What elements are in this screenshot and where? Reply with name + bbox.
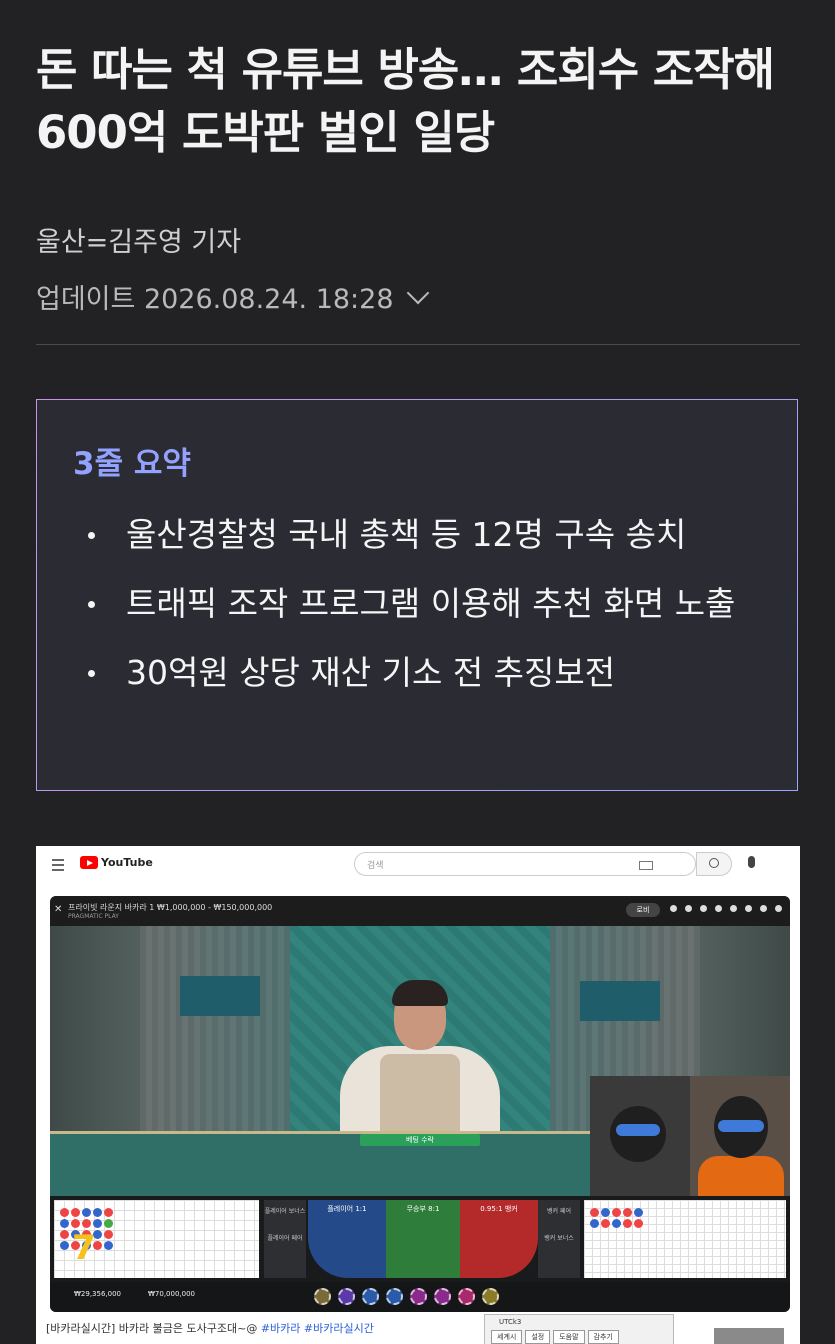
video-caption: [바카라실시간] 바카라 불금은 도사구조대~@ #바카라 #바카라실시간 bbox=[46, 1322, 374, 1335]
search-icon bbox=[709, 858, 719, 868]
summary-box: 3줄 요약 울산경찰청 국내 총책 등 12명 구속 송치 트래픽 조작 프로그… bbox=[36, 399, 798, 791]
banker-bet-zone: 0.95:1 뱅커 bbox=[460, 1200, 538, 1278]
side-bets-left: 플레이어 보너스 플레이어 페어 bbox=[264, 1200, 306, 1278]
caption-hashtags: #바카라 #바카라실시간 bbox=[260, 1322, 374, 1335]
summary-list: 울산경찰청 국내 총책 등 12명 구속 송치 트래픽 조작 프로그램 이용해 … bbox=[81, 508, 761, 715]
bullet-icon bbox=[88, 670, 95, 677]
player-title: 프라이빗 라운지 바카라 1 ₩1,000,000 - ₩150,000,000 bbox=[68, 903, 273, 912]
thumbnail-block bbox=[714, 1328, 784, 1344]
bet-accept-button: 베팅 수락 bbox=[360, 1134, 480, 1146]
chip-bar: ₩29,356,000 ₩70,000,000 bbox=[50, 1282, 790, 1312]
total-bet-value: ₩70,000,000 bbox=[148, 1290, 196, 1298]
summary-item: 트래픽 조작 프로그램 이용해 추천 화면 노출 bbox=[81, 577, 761, 630]
close-icon: ✕ bbox=[54, 904, 63, 915]
menu-icon bbox=[52, 859, 64, 874]
utc-buttons: 세계시 설정 도움말 감추기 bbox=[491, 1330, 619, 1344]
summary-item: 울산경찰청 국내 총책 등 12명 구속 송치 bbox=[81, 508, 761, 561]
tie-bet-zone: 무승부 8:1 bbox=[386, 1200, 460, 1278]
balance-value: ₩29,356,000 bbox=[74, 1290, 122, 1298]
player-bet-zone: 플레이어 1:1 bbox=[308, 1200, 386, 1278]
utc-widget: UTCk3 세계시 설정 도움말 감추기 bbox=[484, 1314, 674, 1344]
streamer-cam-2 bbox=[690, 1076, 790, 1196]
side-bets-right: 뱅커 페어 뱅커 보너스 bbox=[538, 1200, 580, 1278]
streamer-cam-1 bbox=[590, 1076, 690, 1196]
youtube-search-field: 검색 bbox=[354, 852, 696, 876]
live-dealer-scene: 베팅 수락 bbox=[50, 926, 790, 1199]
dealer-hair bbox=[392, 980, 448, 1006]
header-divider bbox=[36, 344, 800, 345]
summary-title: 3줄 요약 bbox=[73, 446, 191, 482]
bullet-icon bbox=[88, 532, 95, 539]
lamp-left bbox=[180, 976, 260, 1016]
chevron-down-icon[interactable] bbox=[406, 281, 429, 304]
mic-icon bbox=[748, 856, 755, 868]
curtain-left bbox=[140, 926, 290, 1156]
youtube-search-button bbox=[696, 852, 732, 876]
player-topbar: ✕ 프라이빗 라운지 바카라 1 ₩1,000,000 - ₩150,000,0… bbox=[50, 896, 790, 926]
summary-item-text: 트래픽 조작 프로그램 이용해 추천 화면 노출 bbox=[126, 584, 736, 623]
lamp-right bbox=[580, 981, 660, 1021]
bead-road-right bbox=[584, 1200, 786, 1278]
chip-selector bbox=[314, 1288, 499, 1305]
summary-item-text: 30억원 상당 재산 기소 전 추징보전 bbox=[126, 653, 616, 692]
youtube-logo: YouTube bbox=[80, 856, 153, 869]
player-provider: PRAGMATIC PLAY bbox=[68, 913, 119, 920]
youtube-play-icon bbox=[80, 856, 98, 869]
summary-item: 30억원 상당 재산 기소 전 추징보전 bbox=[81, 646, 761, 699]
player-controls bbox=[670, 905, 782, 912]
lobby-chip: 로비 bbox=[626, 903, 660, 917]
bullet-icon bbox=[88, 601, 95, 608]
bead-road-left: 7 bbox=[54, 1200, 259, 1278]
article-headline: 돈 따는 척 유튜브 방송… 조회수 조작해 600억 도박판 벌인 일당 bbox=[36, 43, 775, 159]
youtube-header: YouTube 검색 bbox=[36, 846, 800, 884]
summary-item-text: 울산경찰청 국내 총책 등 12명 구속 송치 bbox=[126, 515, 687, 554]
main-bet-area: 플레이어 1:1 무승부 8:1 0.95:1 뱅커 bbox=[308, 1200, 538, 1278]
betting-board: 7 플레이어 보너스 플레이어 페어 플레이어 1:1 무승부 8:1 0.95… bbox=[50, 1196, 790, 1282]
article-updated[interactable]: 업데이트 2026.08.24. 18:28 bbox=[36, 277, 429, 316]
seven-badge-icon: 7 bbox=[72, 1228, 96, 1268]
article-byline: 울산=김주영 기자 bbox=[36, 227, 242, 258]
article-image[interactable]: YouTube 검색 ✕ 프라이빗 라운지 바카라 1 ₩1,000,000 -… bbox=[36, 846, 800, 1344]
bead-grid bbox=[590, 1208, 643, 1228]
video-player: ✕ 프라이빗 라운지 바카라 1 ₩1,000,000 - ₩150,000,0… bbox=[50, 896, 790, 1312]
keyboard-icon bbox=[639, 861, 653, 870]
updated-timestamp: 업데이트 2026.08.24. 18:28 bbox=[36, 284, 394, 315]
